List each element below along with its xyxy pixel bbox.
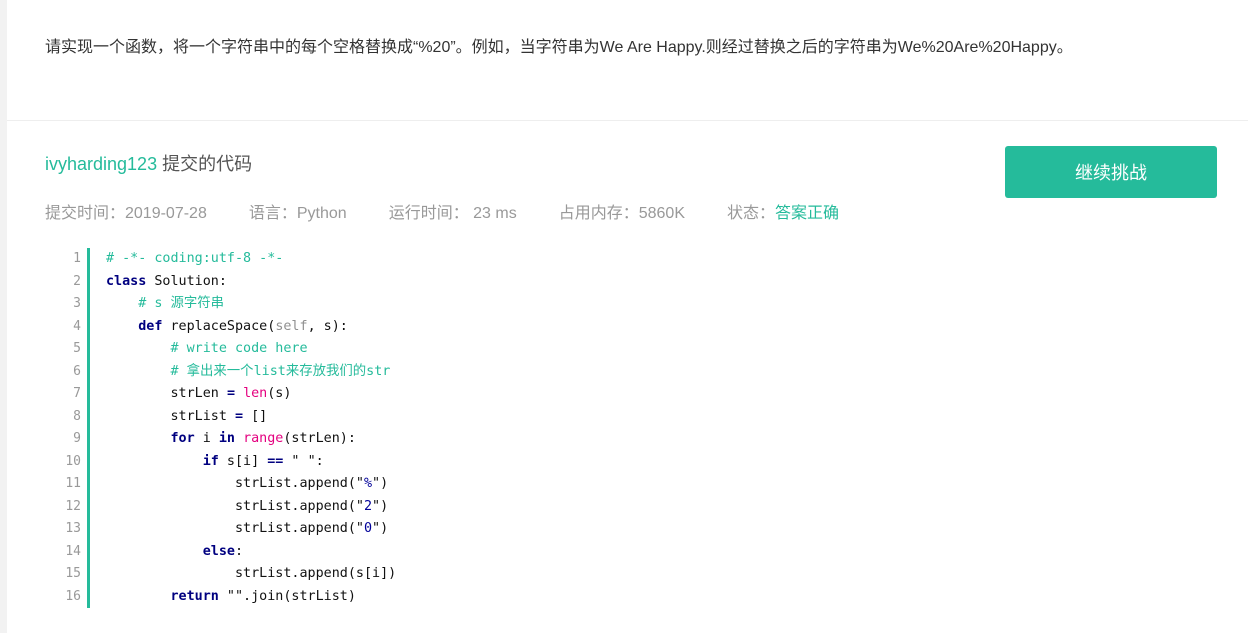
memory: 占用内存：5860K	[558, 205, 685, 222]
status-value: 答案正确	[775, 205, 840, 222]
code-line: return "".join(strList)	[170, 588, 356, 604]
line-number: 14	[65, 543, 81, 559]
code-line: strList = []	[106, 408, 268, 424]
line-number-gutter: 1 2 3 4 5 6 7 8 9 10 11 12 13 14 15 16	[45, 248, 81, 608]
line-number: 4	[73, 318, 81, 334]
line-number: 6	[73, 363, 81, 379]
line-number: 12	[65, 498, 81, 514]
page: 请实现一个函数，将一个字符串中的每个空格替换成“%20”。例如，当字符串为We …	[7, 0, 1248, 633]
submission-title-suffix: 提交的代码	[157, 154, 253, 174]
line-number: 5	[73, 341, 81, 356]
code-line: strList.append("0")	[106, 521, 389, 536]
line-number: 9	[73, 431, 81, 446]
line-number: 2	[73, 273, 81, 289]
runtime: 运行时间： 23 ms	[388, 205, 517, 222]
language: 语言：Python	[248, 205, 347, 222]
line-number: 1	[73, 251, 81, 266]
code-accent-bar	[87, 248, 90, 608]
line-number: 8	[73, 408, 81, 424]
code-line: def replaceSpace(self, s):	[138, 318, 348, 334]
status-label: 状态：	[727, 205, 776, 222]
code-line: for i in range(strLen):	[170, 431, 356, 446]
submission-header: ivyharding123 提交的代码	[45, 150, 252, 176]
code-content: # -*- coding:utf-8 -*- class Solution: # …	[106, 248, 396, 608]
code-line: else:	[202, 543, 244, 559]
username-link[interactable]: ivyharding123	[45, 154, 157, 174]
code-line: strLen = len(s)	[106, 386, 292, 401]
code-line: # write code here	[170, 341, 308, 356]
question-text: 请实现一个函数，将一个字符串中的每个空格替换成“%20”。例如，当字符串为We …	[45, 39, 1073, 56]
code-line: strList.append("2")	[106, 498, 389, 514]
line-number: 13	[65, 521, 81, 536]
code-line: # s 源字符串	[138, 296, 225, 311]
code-line: class Solution:	[106, 273, 227, 289]
code-line: strList.append(s[i])	[106, 566, 397, 581]
divider	[7, 120, 1248, 121]
code-line: if s[i] == " ":	[202, 453, 324, 469]
code-line: # 拿出来一个list来存放我们的str	[170, 363, 391, 379]
submit-time: 提交时间：2019-07-28	[45, 205, 207, 222]
line-number: 10	[65, 453, 81, 469]
code-line: strList.append("%")	[106, 476, 389, 491]
status: 状态：答案正确	[727, 199, 839, 223]
line-number: 7	[73, 386, 81, 401]
submission-meta: 提交时间：2019-07-28 语言：Python 运行时间： 23 ms 占用…	[45, 199, 881, 223]
code-line: # -*- coding:utf-8 -*-	[106, 251, 284, 266]
line-number: 16	[65, 588, 81, 604]
continue-challenge-button[interactable]: 继续挑战	[1005, 146, 1217, 198]
code-block: 1 2 3 4 5 6 7 8 9 10 11 12 13 14 15 16 # -*- coding:utf…	[45, 248, 1205, 608]
line-number: 15	[65, 566, 81, 581]
line-number: 11	[65, 476, 81, 491]
line-number: 3	[73, 296, 81, 311]
